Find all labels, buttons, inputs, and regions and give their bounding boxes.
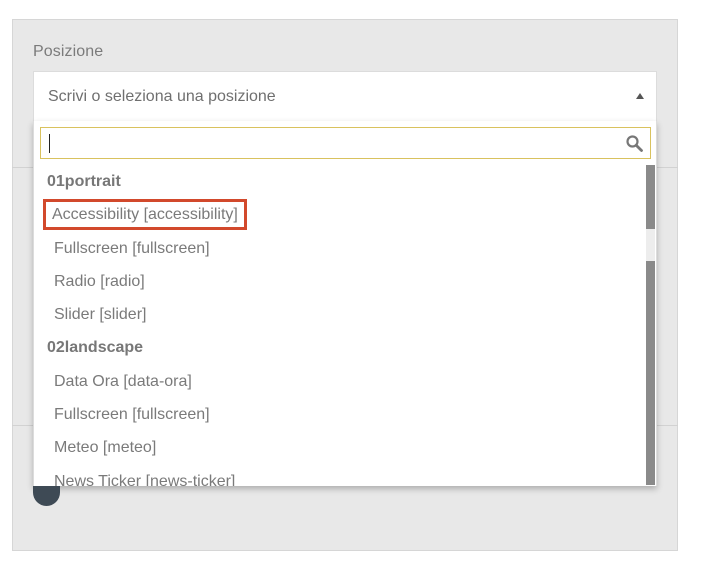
- option-group-02landscape: 02landscape: [47, 339, 144, 357]
- search-icon: [626, 135, 643, 152]
- dropdown-search[interactable]: [40, 127, 651, 159]
- option-accessibility[interactable]: Accessibility [accessibility]: [34, 198, 646, 231]
- option-fullscreen[interactable]: Fullscreen [fullscreen]: [34, 232, 646, 265]
- option-label: Accessibility [accessibility]: [43, 199, 247, 231]
- option-meteo[interactable]: Meteo [meteo]: [34, 431, 646, 464]
- scrollbar-thumb-lower[interactable]: [646, 261, 655, 485]
- option-data-ora[interactable]: Data Ora [data-ora]: [34, 365, 646, 398]
- text-caret: [49, 134, 50, 153]
- dropdown-scrollbar[interactable]: [646, 165, 655, 485]
- option-radio[interactable]: Radio [radio]: [34, 265, 646, 298]
- option-group-01portrait: 01portrait: [47, 173, 121, 190]
- search-input[interactable]: [41, 128, 650, 158]
- select-placeholder: Scrivi o seleziona una posizione: [48, 88, 276, 105]
- option-slider[interactable]: Slider [slider]: [34, 298, 646, 331]
- option-fullscreen-landscape[interactable]: Fullscreen [fullscreen]: [34, 398, 646, 431]
- position-select[interactable]: Scrivi o seleziona una posizione: [33, 71, 657, 123]
- scrollbar-thumb[interactable]: [646, 165, 655, 229]
- position-dropdown: 01portrait Accessibility [accessibility]…: [33, 121, 657, 486]
- option-news-ticker[interactable]: News Ticker [news-ticker]: [34, 465, 646, 486]
- arrow-up-icon[interactable]: [636, 93, 644, 99]
- options-list: 01portrait Accessibility [accessibility]…: [34, 165, 646, 486]
- position-label: Posizione: [33, 43, 104, 60]
